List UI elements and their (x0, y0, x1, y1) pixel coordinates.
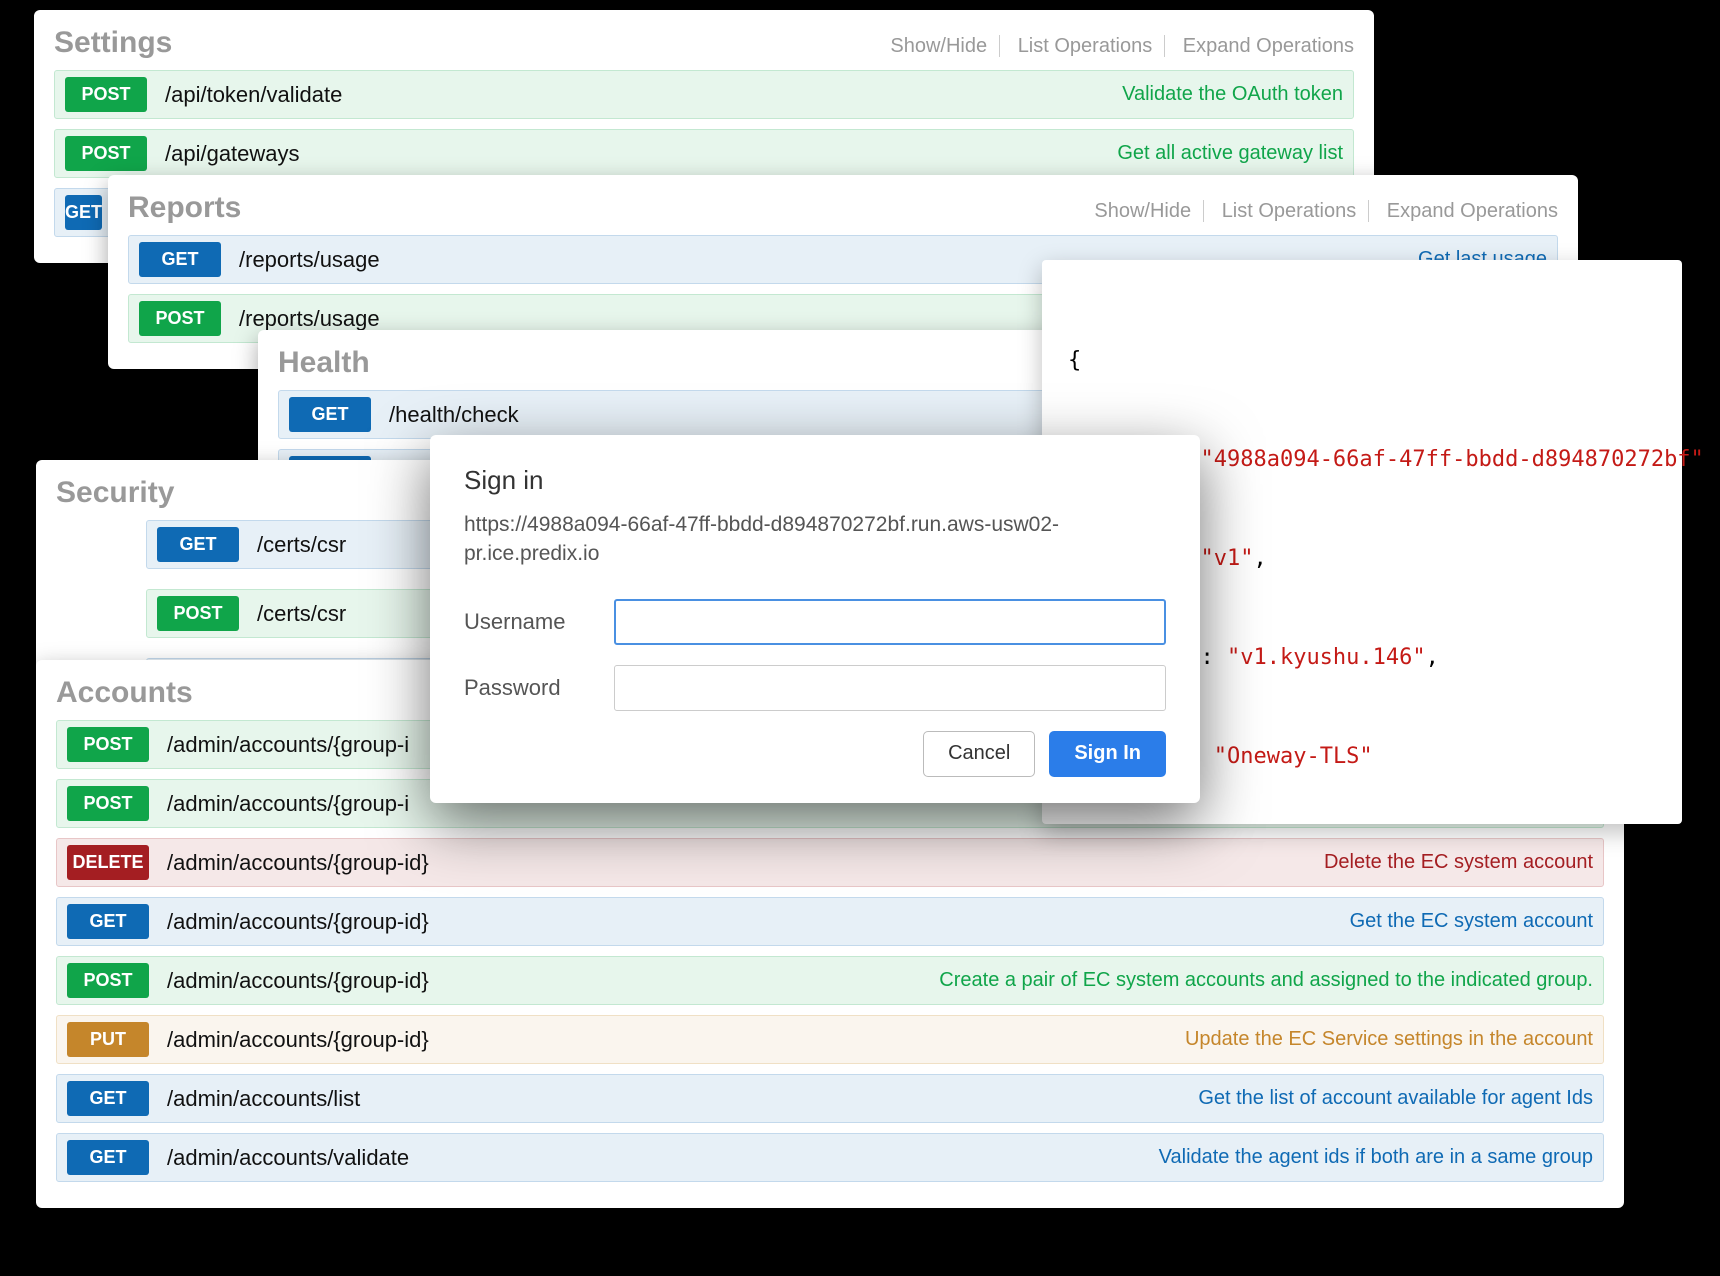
method-badge-post: POST (139, 301, 221, 336)
dialog-buttons: Cancel Sign In (464, 731, 1166, 777)
dialog-url: https://4988a094-66af-47ff-bbdd-d8948702… (464, 510, 1166, 569)
op-desc: Create a pair of EC system accounts and … (429, 969, 1593, 992)
method-badge-get: GET (67, 1140, 149, 1175)
cancel-button[interactable]: Cancel (923, 731, 1035, 777)
method-badge-post: POST (65, 136, 147, 171)
op-path: /reports/usage (239, 247, 380, 273)
section-links: Show/Hide List Operations Expand Operati… (878, 35, 1354, 58)
op-desc: Get the list of account available for ag… (360, 1087, 1593, 1110)
method-badge-get: GET (157, 527, 239, 562)
password-input[interactable] (614, 665, 1166, 711)
label-username: Username (464, 609, 614, 635)
dialog-title: Sign in (464, 465, 1166, 496)
op-row[interactable]: DELETE/admin/accounts/{group-id}Delete t… (56, 838, 1604, 887)
op-path: /reports/usage (239, 306, 380, 332)
op-desc: Delete the EC system account (429, 851, 1593, 874)
link-expand-operations[interactable]: Expand Operations (1171, 35, 1354, 57)
op-row[interactable]: GET/admin/accounts/listGet the list of a… (56, 1074, 1604, 1123)
op-path: /certs/csr (257, 532, 346, 558)
link-expand-operations[interactable]: Expand Operations (1375, 200, 1558, 222)
op-path: /admin/accounts/{group-i (167, 791, 409, 817)
method-badge-post: POST (157, 596, 239, 631)
op-path: /health/check (389, 402, 519, 428)
method-badge-post: POST (67, 786, 149, 821)
method-badge-put: PUT (67, 1022, 149, 1057)
op-row[interactable]: POST/admin/accounts/{group-id}Create a p… (56, 956, 1604, 1005)
op-desc: Validate the agent ids if both are in a … (409, 1146, 1593, 1169)
link-showhide[interactable]: Show/Hide (878, 35, 1000, 57)
section-links: Show/Hide List Operations Expand Operati… (1082, 200, 1558, 223)
op-row[interactable]: PUT/admin/accounts/{group-id}Update the … (56, 1015, 1604, 1064)
section-title-reports: Reports (128, 191, 241, 225)
username-input[interactable] (614, 599, 1166, 645)
section-header: Reports Show/Hide List Operations Expand… (128, 187, 1558, 235)
method-badge-get: GET (67, 1081, 149, 1116)
method-badge-post: POST (65, 77, 147, 112)
op-path: /admin/accounts/{group-id} (167, 850, 429, 876)
method-badge-get: GET (65, 195, 102, 230)
op-desc: Update the EC Service settings in the ac… (429, 1028, 1593, 1051)
signin-button[interactable]: Sign In (1049, 731, 1166, 777)
method-badge-post: POST (67, 963, 149, 998)
op-row[interactable]: POST /api/token/validate Validate the OA… (54, 70, 1354, 119)
op-row[interactable]: GET/admin/accounts/validateValidate the … (56, 1133, 1604, 1182)
op-path: /admin/accounts/{group-id} (167, 1027, 429, 1053)
label-password: Password (464, 675, 614, 701)
link-list-operations[interactable]: List Operations (1210, 200, 1370, 222)
method-badge-get: GET (139, 242, 221, 277)
link-showhide[interactable]: Show/Hide (1082, 200, 1204, 222)
section-header: Settings Show/Hide List Operations Expan… (54, 22, 1354, 70)
op-path: /api/token/validate (165, 82, 342, 108)
op-desc: Get the EC system account (429, 910, 1593, 933)
op-path: /admin/accounts/{group-id} (167, 909, 429, 935)
op-desc: Get all active gateway list (300, 142, 1343, 165)
link-list-operations[interactable]: List Operations (1006, 35, 1166, 57)
section-title-security: Security (56, 476, 174, 510)
signin-dialog: Sign in https://4988a094-66af-47ff-bbdd-… (430, 435, 1200, 803)
op-path: /admin/accounts/{group-i (167, 732, 409, 758)
method-badge-delete: DELETE (67, 845, 149, 880)
op-row[interactable]: GET (54, 188, 114, 237)
op-path: /certs/csr (257, 601, 346, 627)
op-desc: Validate the OAuth token (342, 83, 1343, 106)
method-badge-post: POST (67, 727, 149, 762)
op-path: /admin/accounts/list (167, 1086, 360, 1112)
op-path: /admin/accounts/validate (167, 1145, 409, 1171)
method-badge-get: GET (67, 904, 149, 939)
method-badge-get: GET (289, 397, 371, 432)
field-username: Username (464, 599, 1166, 645)
op-row[interactable]: POST /api/gateways Get all active gatewa… (54, 129, 1354, 178)
section-title-accounts: Accounts (56, 676, 193, 710)
json-brace-open: { (1068, 344, 1656, 377)
op-path: /admin/accounts/{group-id} (167, 968, 429, 994)
section-title-settings: Settings (54, 26, 172, 60)
field-password: Password (464, 665, 1166, 711)
section-title-health: Health (278, 346, 370, 380)
op-path: /api/gateways (165, 141, 300, 167)
op-row[interactable]: GET/admin/accounts/{group-id}Get the EC … (56, 897, 1604, 946)
